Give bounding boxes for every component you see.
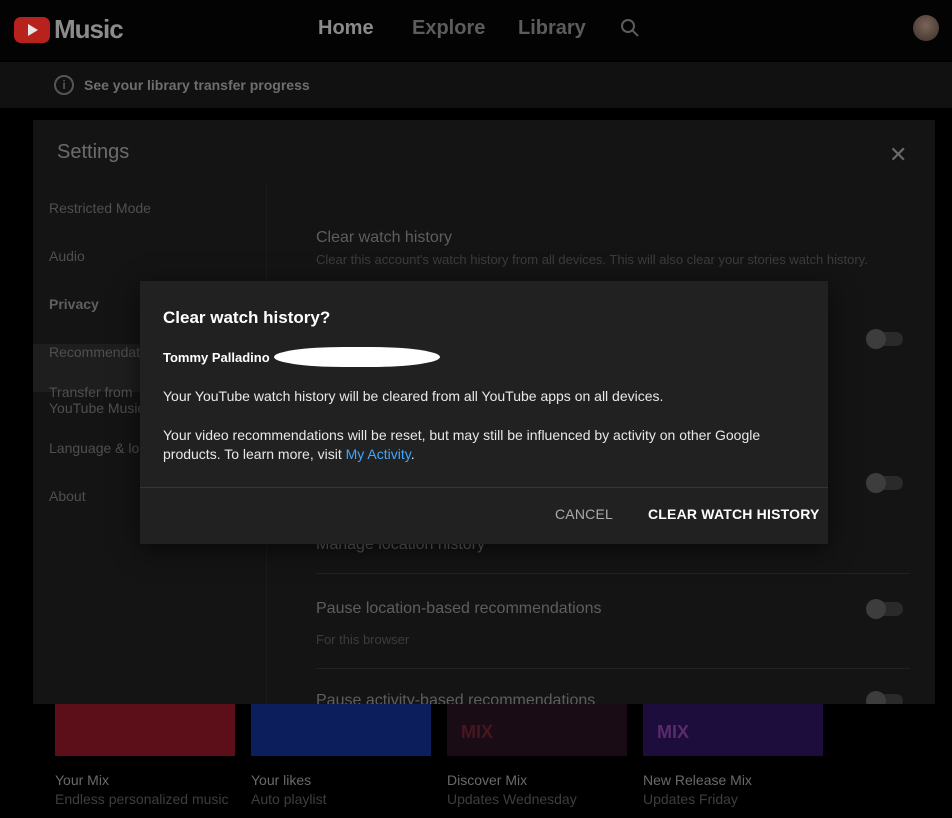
mix-subtitle: Updates Friday xyxy=(643,791,738,807)
mix-subtitle: Endless personalized music xyxy=(55,791,229,807)
redacted-email xyxy=(274,347,440,367)
divider xyxy=(316,668,910,669)
app-name: Music xyxy=(54,14,124,44)
mix-title[interactable]: New Release Mix xyxy=(643,772,752,788)
clear-watch-history-button[interactable]: CLEAR WATCH HISTORY xyxy=(648,506,820,522)
clear-watch-history-heading[interactable]: Clear watch history xyxy=(316,229,452,247)
sidebar-item-privacy[interactable]: Privacy xyxy=(49,296,99,312)
youtube-play-icon xyxy=(14,16,50,43)
close-icon[interactable]: ✕ xyxy=(889,142,907,168)
my-activity-link[interactable]: My Activity xyxy=(346,446,411,462)
nav-explore[interactable]: Explore xyxy=(412,17,485,40)
mix-thumbnail-your-likes[interactable] xyxy=(251,704,431,756)
settings-title: Settings xyxy=(57,141,130,163)
transfer-banner[interactable]: i See your library transfer progress xyxy=(0,62,952,108)
mix-subtitle: Updates Wednesday xyxy=(447,791,577,807)
nav-library[interactable]: Library xyxy=(518,17,586,40)
mix-badge: MIX xyxy=(657,722,690,742)
dialog-paragraph-2-text: Your video recommendations will be reset… xyxy=(163,427,761,462)
top-bar: Music Home Explore Library xyxy=(0,0,952,60)
account-name: Tommy Palladino xyxy=(163,350,270,365)
mix-subtitle: Auto playlist xyxy=(251,791,327,807)
pause-location-toggle[interactable] xyxy=(866,599,903,619)
sidebar-item-audio[interactable]: Audio xyxy=(49,248,85,264)
pause-activity-toggle[interactable] xyxy=(866,691,903,704)
mix-thumbnail-your-mix[interactable] xyxy=(55,704,235,756)
sidebar-item-about[interactable]: About xyxy=(49,488,86,504)
mix-title[interactable]: Your Mix xyxy=(55,772,109,788)
divider xyxy=(316,573,910,574)
pause-watch-history-toggle[interactable] xyxy=(866,329,903,349)
avatar[interactable] xyxy=(913,15,939,41)
dialog-paragraph-2: Your video recommendations will be reset… xyxy=(163,427,761,462)
mix-title[interactable]: Discover Mix xyxy=(447,772,527,788)
dialog-paragraph-1: Your YouTube watch history will be clear… xyxy=(163,388,664,404)
mix-title[interactable]: Your likes xyxy=(251,772,311,788)
pause-location-heading: Pause location-based recommendations xyxy=(316,600,602,617)
nav-home[interactable]: Home xyxy=(318,17,374,40)
mix-thumbnail-new-release[interactable]: MIX xyxy=(643,704,823,756)
clear-history-confirm-dialog: Clear watch history? Tommy Palladino You… xyxy=(140,281,828,544)
banner-text: See your library transfer progress xyxy=(84,77,310,93)
dialog-title: Clear watch history? xyxy=(163,308,331,327)
sidebar-item-restricted-mode[interactable]: Restricted Mode xyxy=(49,200,151,216)
pause-location-subtitle: For this browser xyxy=(316,632,410,647)
mix-thumbnail-discover[interactable]: MIX xyxy=(447,704,627,756)
dialog-divider xyxy=(140,487,828,488)
cancel-button[interactable]: CANCEL xyxy=(555,506,613,522)
mix-badge: MIX xyxy=(461,722,494,742)
pause-search-history-toggle[interactable] xyxy=(866,473,903,493)
search-icon[interactable] xyxy=(620,18,640,38)
app-logo[interactable]: Music xyxy=(14,14,124,45)
pause-activity-heading: Pause activity-based recommendations xyxy=(316,692,596,704)
clear-watch-history-description: Clear this account's watch history from … xyxy=(316,252,868,267)
info-icon: i xyxy=(54,75,74,95)
